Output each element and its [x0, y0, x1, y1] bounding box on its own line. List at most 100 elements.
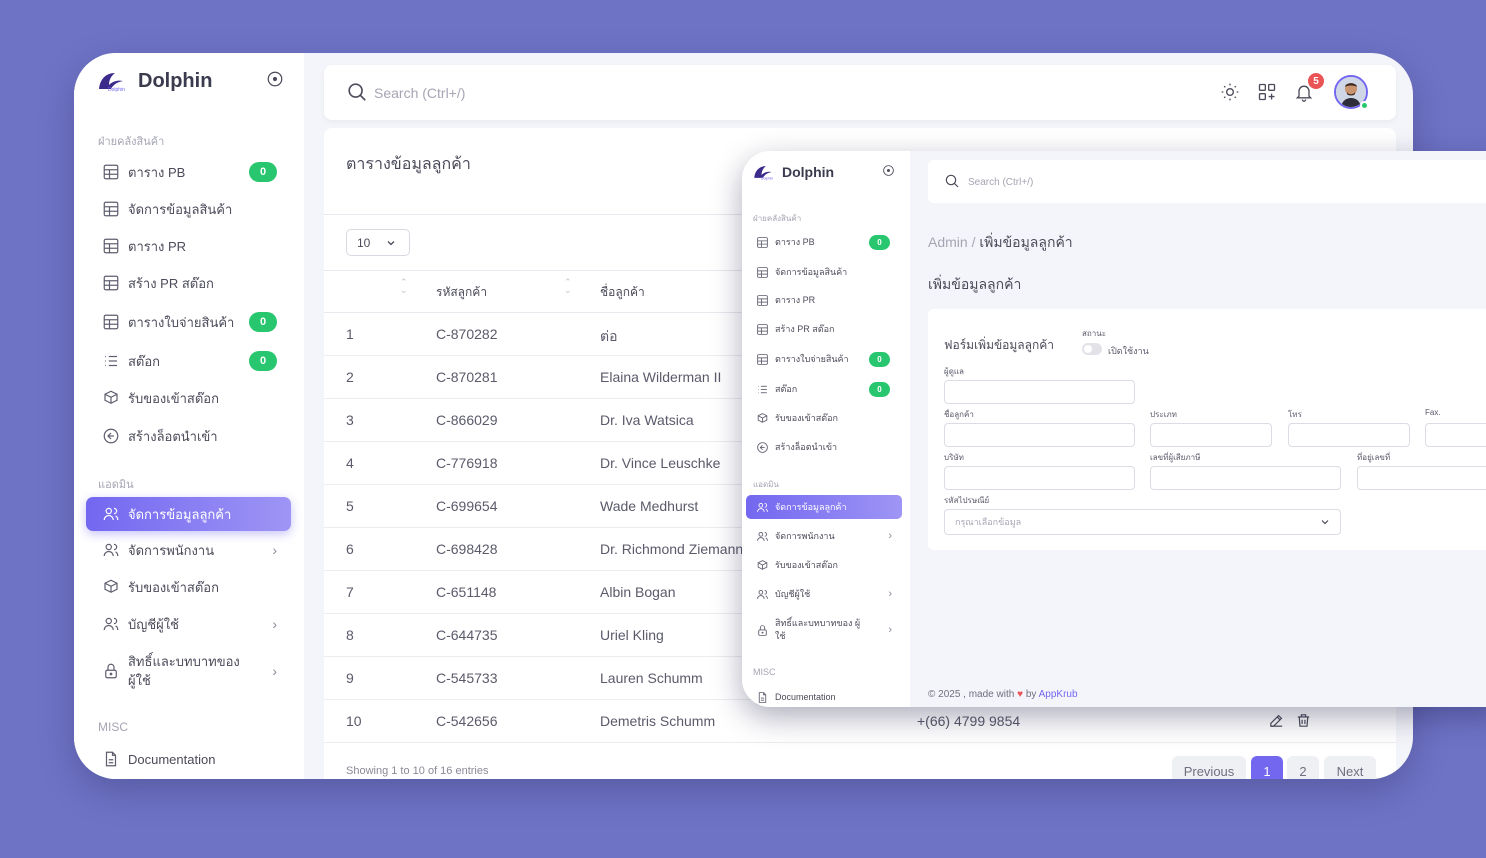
sidebar-toggle-icon[interactable]	[882, 164, 895, 177]
chevron-right-icon: ›	[888, 588, 892, 600]
sidebar-item-receive-stock-admin[interactable]: รับของเข้าสต๊อก	[746, 553, 902, 577]
sidebar-item-stock[interactable]: สต๊อก 0	[746, 377, 902, 401]
sidebar-item-label: ตาราง PR	[128, 238, 187, 254]
section-misc: MISC	[98, 720, 128, 734]
sidebar-item-label: จัดการข้อมูลสินค้า	[128, 201, 233, 217]
status-toggle[interactable]	[1082, 343, 1102, 355]
topbar: 5	[324, 65, 1396, 120]
pagination-next[interactable]: Next	[1324, 756, 1376, 779]
address-field[interactable]	[1357, 466, 1486, 490]
customer-code: C-870282	[436, 326, 498, 342]
sidebar-item-dispatch[interactable]: ตารางใบจ่ายสินค้า 0	[86, 305, 291, 339]
sidebar-item-roles[interactable]: สิทธิ์และบทบาทของ ผู้ใช้ ›	[86, 649, 291, 693]
sidebar-item-products[interactable]: จัดการข้อมูลสินค้า	[86, 192, 291, 226]
sidebar-item-label: สร้างล็อตนำเข้า	[775, 441, 838, 452]
users-icon	[102, 505, 120, 523]
sidebar-item-user-accounts[interactable]: บัญชีผู้ใช้ ›	[86, 607, 291, 641]
count-badge: 0	[249, 162, 277, 182]
row-number: 9	[346, 670, 354, 686]
sidebar: Dolphin ฝ่ายคลังสินค้า ตาราง PB 0 จัดการข…	[74, 53, 304, 779]
fax-field[interactable]	[1425, 423, 1486, 447]
customer-code: C-545733	[436, 670, 498, 686]
select-placeholder: กรุณาเลือกข้อมูล	[955, 517, 1022, 527]
arrow-circle-left-icon	[102, 427, 120, 445]
sidebar-item-label: ตารางใบจ่ายสินค้า	[128, 314, 235, 330]
pagination-page-2[interactable]: 2	[1287, 756, 1319, 779]
type-field[interactable]	[1150, 423, 1272, 447]
customer-code: C-542656	[436, 713, 498, 729]
box-icon	[102, 389, 120, 407]
footer-link[interactable]: AppKrub	[1039, 689, 1078, 700]
sidebar-item-receive-stock[interactable]: รับของเข้าสต๊อก	[86, 381, 291, 415]
status-toggle-label: เปิดใช้งาน	[1108, 346, 1149, 356]
customer-name-field[interactable]	[944, 423, 1135, 447]
caretaker-field[interactable]	[944, 380, 1135, 404]
status-label: สถานะ	[1082, 329, 1106, 338]
sun-icon[interactable]	[1220, 82, 1240, 102]
customer-name: Wade Medhurst	[600, 498, 699, 514]
sidebar-item-receive-stock-admin[interactable]: รับของเข้าสต๊อก	[86, 570, 291, 604]
customer-name: Albin Bogan	[600, 584, 676, 600]
sidebar-item-documentation[interactable]: Documentation	[746, 685, 902, 707]
pagination-page-1[interactable]: 1	[1251, 756, 1283, 779]
column-header-code[interactable]: รหัสลูกค้า	[436, 283, 487, 302]
sidebar-item-pr-table[interactable]: ตาราง PR	[746, 288, 902, 312]
address-label: ที่อยู่เลขที่	[1357, 453, 1391, 462]
tax-id-field[interactable]	[1150, 466, 1341, 490]
company-field[interactable]	[944, 466, 1135, 490]
sidebar-item-label: รับของเข้าสต๊อก	[775, 412, 838, 423]
sidebar-item-stock[interactable]: สต๊อก 0	[86, 344, 291, 378]
sidebar-item-customers[interactable]: จัดการข้อมูลลูกค้า	[86, 497, 291, 531]
sort-icon[interactable]: ⌃ ⌄	[400, 278, 408, 295]
sidebar-item-customers[interactable]: จัดการข้อมูลลูกค้า	[746, 495, 902, 519]
sidebar-item-create-lot[interactable]: สร้างล็อตนำเข้า	[86, 419, 291, 453]
page-title: ตารางข้อมูลลูกค้า	[346, 156, 471, 173]
count-badge: 0	[869, 351, 890, 367]
page-size-select[interactable]: 10	[346, 229, 410, 256]
sidebar-item-create-pr[interactable]: สร้าง PR สต๊อก	[86, 266, 291, 300]
column-header-name[interactable]: ชื่อลูกค้า	[600, 283, 645, 302]
sidebar-item-products[interactable]: จัดการข้อมูลสินค้า	[746, 260, 902, 284]
breadcrumb-parent[interactable]: Admin /	[928, 234, 975, 250]
sidebar-item-employees[interactable]: จัดการพนักงาน ›	[86, 533, 291, 567]
sidebar-item-pb-table[interactable]: ตาราง PB 0	[86, 155, 291, 189]
sidebar-item-documentation[interactable]: Documentation	[86, 742, 291, 776]
sidebar-item-label: สิทธิ์และบทบาทของ ผู้ใช้	[128, 654, 240, 688]
pagination-previous[interactable]: Previous	[1172, 756, 1246, 779]
sidebar-item-label: จัดการข้อมูลลูกค้า	[128, 506, 232, 522]
heart-icon: ♥	[1017, 689, 1024, 700]
search-input[interactable]	[374, 82, 674, 104]
edit-icon[interactable]	[1268, 712, 1285, 729]
trash-icon[interactable]	[1295, 712, 1312, 729]
customer-name: Uriel Kling	[600, 627, 664, 643]
sort-icon[interactable]: ⌃ ⌄	[564, 278, 572, 295]
form-page-heading: เพิ่มข้อมูลลูกค้า	[928, 276, 1022, 292]
sidebar-toggle-icon[interactable]	[266, 70, 284, 88]
list-icon	[102, 352, 120, 370]
sidebar-item-pr-table[interactable]: ตาราง PR	[86, 229, 291, 263]
type-label: ประเภท	[1150, 410, 1177, 419]
section-misc: MISC	[753, 667, 776, 677]
sidebar-item-employees[interactable]: จัดการพนักงาน ›	[746, 524, 902, 548]
box-icon	[102, 578, 120, 596]
chevron-right-icon: ›	[272, 542, 277, 558]
sidebar-item-receive-stock[interactable]: รับของเข้าสต๊อก	[746, 406, 902, 430]
sidebar-item-user-accounts[interactable]: บัญชีผู้ใช้ ›	[746, 582, 902, 606]
overlay-brand[interactable]: Dolphin	[752, 163, 834, 181]
postal-code-select[interactable]: กรุณาเลือกข้อมูล	[944, 509, 1341, 535]
chevron-down-icon	[1321, 520, 1329, 525]
sidebar-item-create-pr[interactable]: สร้าง PR สต๊อก	[746, 317, 902, 341]
sidebar-item-dispatch[interactable]: ตารางใบจ่ายสินค้า 0	[746, 347, 902, 371]
tax-id-label: เลขที่ผู้เสียภาษี	[1150, 453, 1201, 462]
row-number: 2	[346, 369, 354, 385]
sidebar-item-roles[interactable]: สิทธิ์และบทบาทของ ผู้ใช้ ›	[746, 614, 902, 646]
sidebar-item-label: ตาราง PR	[775, 294, 816, 305]
phone-field[interactable]	[1288, 423, 1410, 447]
grid-add-icon[interactable]	[1257, 82, 1277, 102]
sidebar-item-pb-table[interactable]: ตาราง PB 0	[746, 230, 902, 254]
dolphin-logo-icon	[752, 163, 774, 181]
brand[interactable]: Dolphin	[96, 69, 212, 93]
sidebar-item-label: จัดการพนักงาน	[775, 530, 835, 541]
overlay-search-input[interactable]	[968, 175, 1168, 189]
sidebar-item-create-lot[interactable]: สร้างล็อตนำเข้า	[746, 435, 902, 459]
